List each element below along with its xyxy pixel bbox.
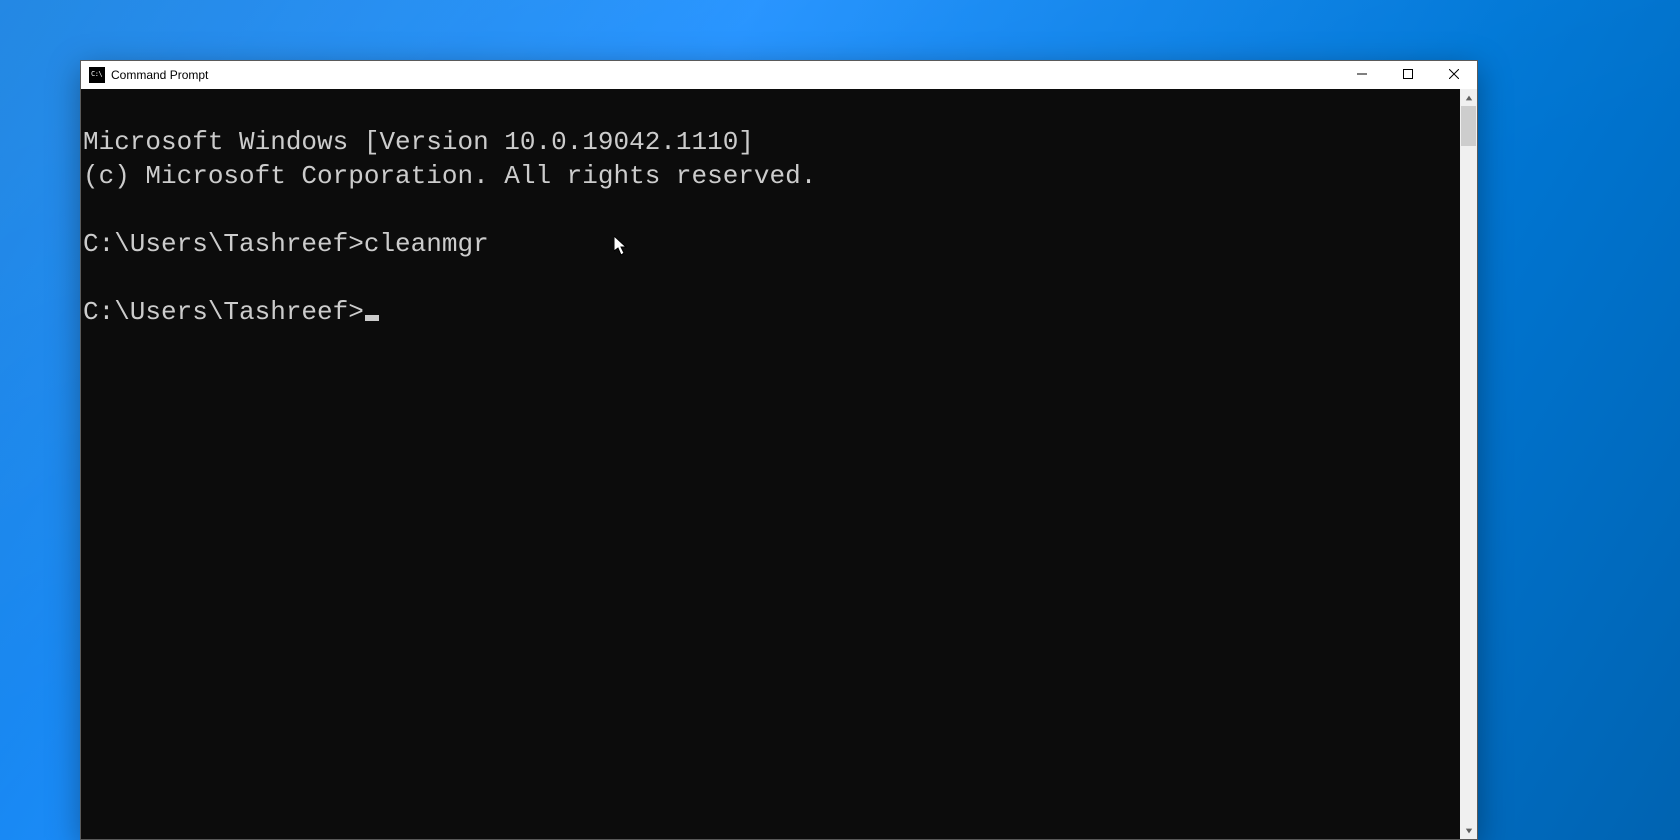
close-icon (1449, 66, 1459, 84)
console-prompt: C:\Users\Tashreef> (83, 297, 364, 327)
console-output[interactable]: Microsoft Windows [Version 10.0.19042.11… (81, 89, 1460, 839)
console-area: Microsoft Windows [Version 10.0.19042.11… (81, 89, 1477, 839)
maximize-icon (1403, 66, 1413, 84)
scroll-track[interactable] (1460, 106, 1477, 822)
console-line: (c) Microsoft Corporation. All rights re… (83, 161, 816, 191)
window-title: Command Prompt (111, 68, 208, 82)
scroll-down-button[interactable] (1460, 822, 1477, 839)
text-cursor (365, 315, 379, 321)
command-prompt-window: Command Prompt Microsoft Windows [Versio… (80, 60, 1478, 840)
close-button[interactable] (1431, 61, 1477, 89)
console-line: Microsoft Windows [Version 10.0.19042.11… (83, 127, 754, 157)
minimize-button[interactable] (1339, 61, 1385, 89)
vertical-scrollbar[interactable] (1460, 89, 1477, 839)
maximize-button[interactable] (1385, 61, 1431, 89)
chevron-down-icon (1465, 822, 1473, 840)
scroll-up-button[interactable] (1460, 89, 1477, 106)
chevron-up-icon (1465, 89, 1473, 107)
scroll-thumb[interactable] (1461, 106, 1476, 146)
minimize-icon (1357, 66, 1367, 84)
cmd-icon (89, 67, 105, 83)
console-line: C:\Users\Tashreef>cleanmgr (83, 229, 489, 259)
titlebar[interactable]: Command Prompt (81, 61, 1477, 89)
